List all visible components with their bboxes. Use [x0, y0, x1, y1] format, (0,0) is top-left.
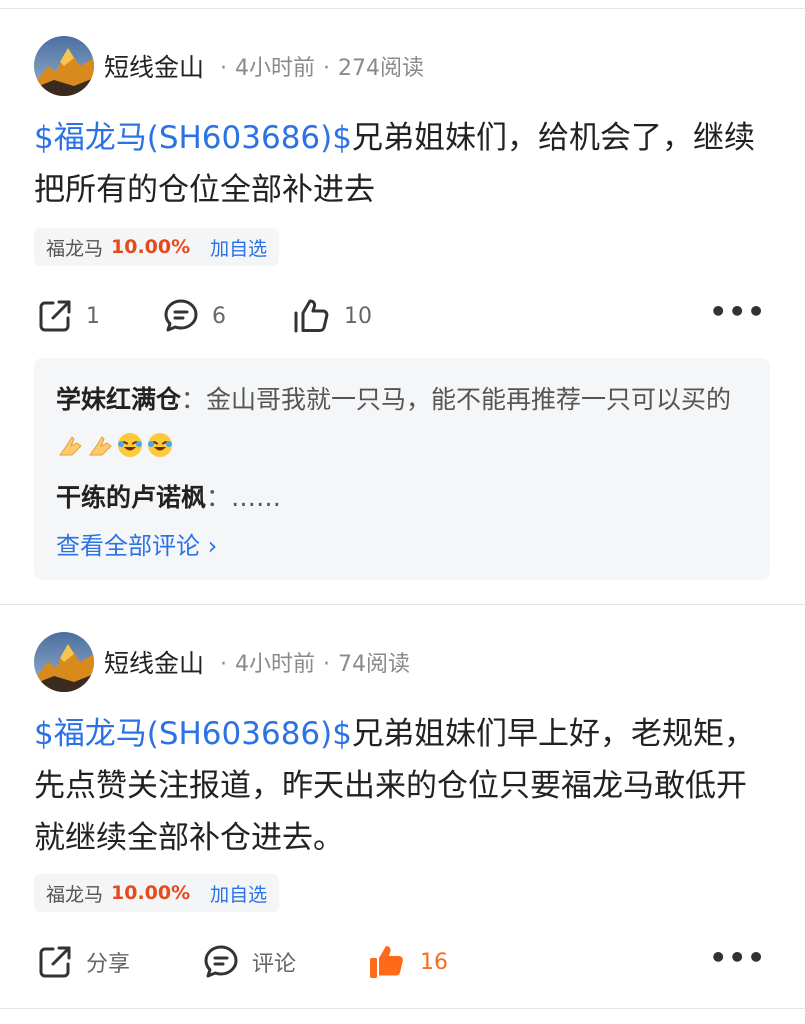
read-count: 74阅读 — [338, 652, 411, 677]
post-body[interactable]: $福龙马(SH603686)$兄弟姐妹们早上好，老规矩，先点赞关注报道，昨天出来… — [34, 708, 774, 864]
comment-separator: ： — [206, 483, 232, 512]
comment-icon — [202, 943, 240, 981]
comment-button[interactable]: 评论 — [202, 940, 296, 984]
share-button[interactable]: 分享 — [36, 940, 130, 984]
comment-item[interactable]: 学妹红满仓：金山哥我就一只马，能不能再推荐一只可以买的 — [56, 378, 748, 466]
bottom-divider — [0, 1008, 805, 1009]
more-options-icon[interactable]: ••• — [709, 944, 766, 972]
avatar[interactable] — [34, 36, 94, 96]
post-time: 4小时前 — [235, 56, 316, 81]
comments-preview[interactable]: 学妹红满仓：金山哥我就一只马，能不能再推荐一只可以买的 干练的卢诺枫：…… 查看… — [34, 358, 770, 580]
pray-emoji — [89, 436, 112, 456]
read-count: 274阅读 — [338, 56, 425, 81]
share-count: 1 — [86, 303, 100, 329]
thumbs-up-icon — [292, 297, 332, 335]
stock-chip[interactable]: 福龙马 10.00% 加自选 — [34, 228, 280, 266]
avatar[interactable] — [34, 632, 94, 692]
share-icon — [36, 297, 74, 335]
comment-icon — [162, 297, 200, 335]
more-options-icon[interactable]: ••• — [709, 298, 766, 326]
author-name[interactable]: 短线金山 — [104, 644, 204, 680]
comment-label: 评论 — [252, 952, 297, 977]
add-watchlist-button[interactable]: 加自选 — [210, 880, 267, 907]
laugh-cry-emoji — [118, 433, 142, 457]
action-bar: 1 6 10 ••• — [34, 294, 770, 338]
author-row[interactable]: 短线金山 · 4小时前 · 74阅读 — [34, 630, 410, 694]
action-bar: 分享 评论 16 ••• — [34, 940, 770, 984]
commenter-name[interactable]: 干练的卢诺枫 — [56, 483, 206, 512]
post-body[interactable]: $福龙马(SH603686)$兄弟姐妹们，给机会了，继续把所有的仓位全部补进去 — [34, 112, 774, 216]
thumbs-up-filled-icon — [368, 943, 408, 981]
pray-emoji — [59, 436, 82, 456]
top-divider — [0, 8, 805, 9]
share-icon — [36, 943, 74, 981]
stock-chip[interactable]: 福龙马 10.00% 加自选 — [34, 874, 280, 912]
post-time: 4小时前 — [235, 652, 316, 677]
like-count: 10 — [344, 303, 372, 329]
like-button[interactable]: 10 — [292, 294, 372, 338]
post-meta: · 4小时前 · 74阅读 — [220, 652, 411, 677]
like-count: 16 — [420, 949, 448, 975]
comment-text: 金山哥我就一只马，能不能再推荐一只可以买的 — [206, 385, 732, 414]
post-divider — [0, 604, 805, 605]
emoji-group — [56, 431, 174, 459]
comment-text: …… — [231, 483, 282, 512]
laugh-cry-emoji — [148, 433, 172, 457]
view-all-comments-link[interactable]: 查看全部评论 › — [56, 526, 748, 566]
post-meta: · 4小时前 · 274阅读 — [220, 56, 425, 81]
author-name[interactable]: 短线金山 — [104, 48, 204, 84]
share-label: 分享 — [86, 952, 131, 977]
comment-separator: ： — [181, 385, 207, 414]
like-button[interactable]: 16 — [368, 940, 448, 984]
share-button[interactable]: 1 — [36, 294, 100, 338]
commenter-name[interactable]: 学妹红满仓 — [56, 385, 181, 414]
stock-change: 10.00% — [111, 236, 191, 258]
stock-change: 10.00% — [111, 882, 191, 904]
stock-name: 福龙马 — [46, 237, 104, 260]
comment-count: 6 — [212, 303, 226, 329]
author-row[interactable]: 短线金山 · 4小时前 · 274阅读 — [34, 34, 424, 98]
comment-item[interactable]: 干练的卢诺枫：…… — [56, 476, 748, 520]
stock-link[interactable]: $福龙马(SH603686)$ — [34, 120, 352, 156]
add-watchlist-button[interactable]: 加自选 — [210, 234, 267, 261]
stock-link[interactable]: $福龙马(SH603686)$ — [34, 716, 352, 752]
comment-button[interactable]: 6 — [162, 294, 226, 338]
stock-name: 福龙马 — [46, 883, 104, 906]
